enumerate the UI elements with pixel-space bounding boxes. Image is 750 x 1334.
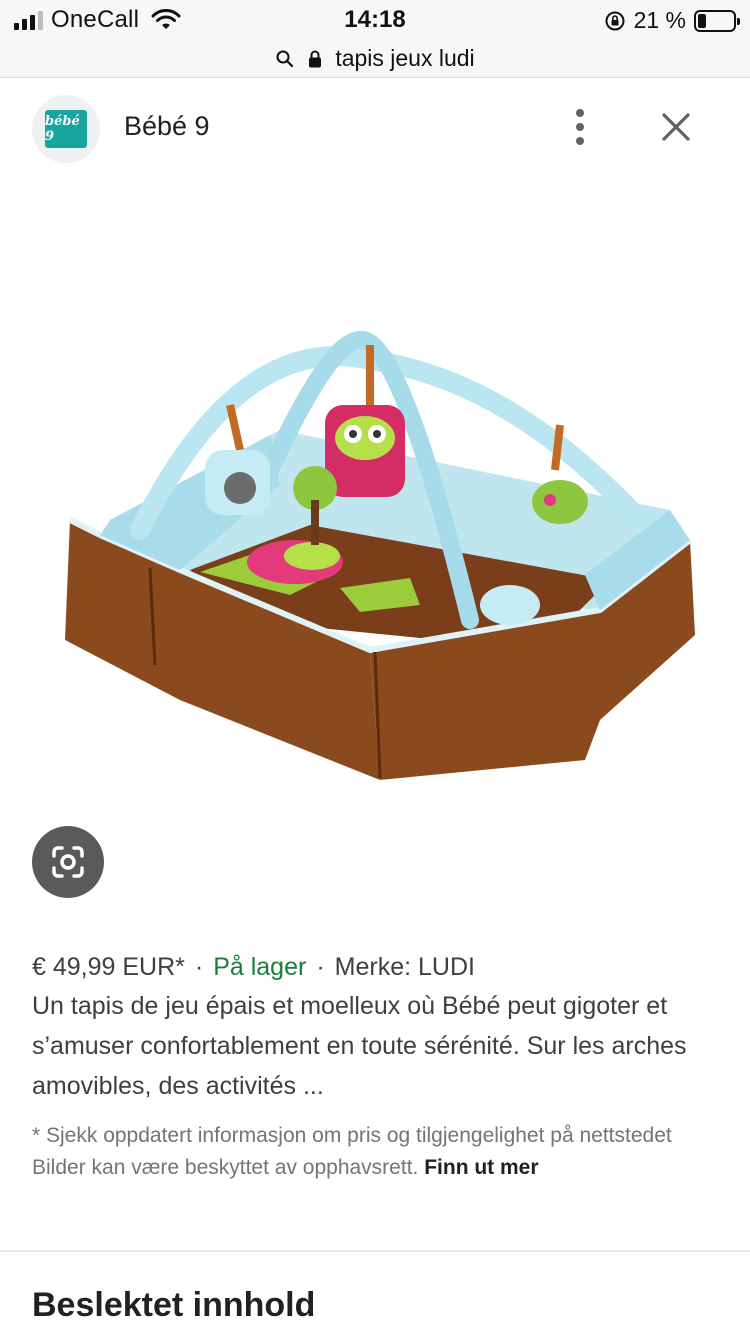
lens-icon bbox=[52, 846, 84, 878]
product-description: Un tapis de jeu épais et moelleux où Béb… bbox=[32, 992, 687, 1100]
battery-percent: 21 % bbox=[633, 7, 686, 33]
site-name[interactable]: Bébé 9 bbox=[124, 111, 210, 142]
result-header: bébé 9 Bébé 9 bbox=[0, 79, 750, 179]
rotation-lock-icon bbox=[605, 11, 625, 30]
product-info: € 49,99 EUR* · På lager · Merke: LUDI Un tap… bbox=[32, 950, 722, 1184]
lens-search-button[interactable] bbox=[32, 826, 104, 898]
related-content-heading: Beslektet innhold bbox=[32, 1286, 316, 1324]
lock-icon bbox=[309, 50, 322, 67]
copyright-disclaimer: * Sjekk oppdatert informasjon om pris og… bbox=[32, 1120, 722, 1184]
brand: Merke: LUDI bbox=[334, 953, 475, 981]
site-avatar[interactable]: bébé 9 bbox=[32, 95, 100, 163]
url-text: tapis jeux ludi bbox=[335, 45, 475, 71]
learn-more-link[interactable]: Finn ut mer bbox=[424, 1156, 538, 1179]
battery-level bbox=[698, 13, 706, 28]
url-bar[interactable]: tapis jeux ludi bbox=[0, 40, 750, 78]
battery-icon bbox=[694, 9, 740, 32]
close-icon[interactable] bbox=[652, 103, 700, 151]
more-options-button[interactable] bbox=[560, 105, 600, 149]
status-bar: OneCall 14:18 21 % bbox=[0, 0, 750, 40]
price: € 49,99 EUR* bbox=[32, 953, 185, 981]
product-meta: € 49,99 EUR* · På lager · Merke: LUDI bbox=[32, 950, 722, 984]
product-image[interactable] bbox=[40, 320, 720, 800]
search-icon bbox=[276, 50, 294, 67]
separator: · bbox=[194, 953, 204, 981]
disclaimer-text: * Sjekk oppdatert informasjon om pris og… bbox=[32, 1124, 672, 1179]
section-divider bbox=[0, 1250, 750, 1252]
separator: · bbox=[316, 953, 325, 981]
status-right: 21 % bbox=[604, 7, 740, 34]
stock-status: På lager bbox=[213, 953, 307, 981]
site-logo: bébé 9 bbox=[45, 110, 87, 148]
